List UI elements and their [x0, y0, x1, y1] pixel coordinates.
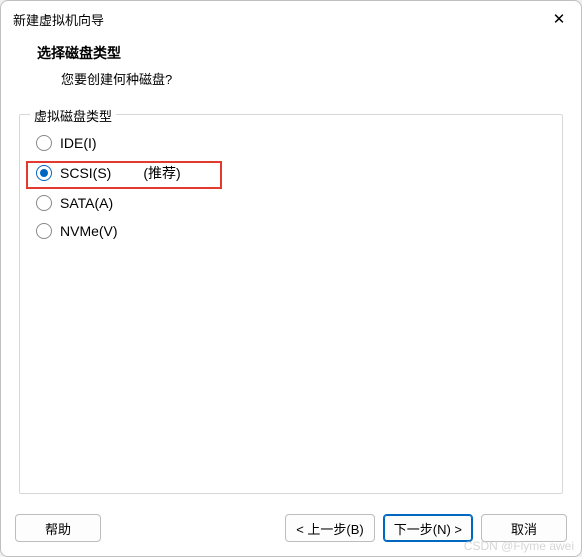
cancel-button[interactable]: 取消	[481, 514, 567, 542]
option-ide[interactable]: IDE(I)	[34, 129, 550, 157]
content-area: 虚拟磁盘类型 IDE(I) SCSI(S) (推荐) SATA(A) NVMe(…	[1, 102, 581, 504]
next-button-label: 下一步(N) >	[394, 519, 462, 538]
group-legend: 虚拟磁盘类型	[30, 106, 116, 125]
disk-type-group: 虚拟磁盘类型 IDE(I) SCSI(S) (推荐) SATA(A) NVMe(…	[19, 114, 563, 494]
cancel-button-label: 取消	[511, 519, 537, 538]
back-button-label: < 上一步(B)	[296, 519, 364, 538]
titlebar: 新建虚拟机向导 ✕	[1, 1, 581, 35]
help-button-label: 帮助	[45, 519, 71, 538]
radio-icon	[36, 135, 52, 151]
option-scsi-label: SCSI(S)	[60, 165, 111, 181]
page-subtitle: 您要创建何种磁盘?	[37, 69, 563, 88]
wizard-dialog: 新建虚拟机向导 ✕ 选择磁盘类型 您要创建何种磁盘? 虚拟磁盘类型 IDE(I)…	[0, 0, 582, 557]
close-icon[interactable]: ✕	[549, 9, 569, 29]
option-nvme[interactable]: NVMe(V)	[34, 217, 550, 245]
recommended-label: (推荐)	[119, 163, 180, 183]
back-button[interactable]: < 上一步(B)	[285, 514, 375, 542]
option-scsi[interactable]: SCSI(S) (推荐)	[34, 157, 550, 189]
option-sata-label: SATA(A)	[60, 195, 113, 211]
option-ide-label: IDE(I)	[60, 135, 97, 151]
option-nvme-label: NVMe(V)	[60, 223, 118, 239]
radio-icon	[36, 165, 52, 181]
page-title: 选择磁盘类型	[37, 43, 563, 63]
help-button[interactable]: 帮助	[15, 514, 101, 542]
option-sata[interactable]: SATA(A)	[34, 189, 550, 217]
footer: 帮助 < 上一步(B) 下一步(N) > 取消	[1, 504, 581, 556]
radio-icon	[36, 223, 52, 239]
next-button[interactable]: 下一步(N) >	[383, 514, 473, 542]
window-title: 新建虚拟机向导	[13, 10, 104, 29]
radio-icon	[36, 195, 52, 211]
wizard-header: 选择磁盘类型 您要创建何种磁盘?	[1, 35, 581, 102]
